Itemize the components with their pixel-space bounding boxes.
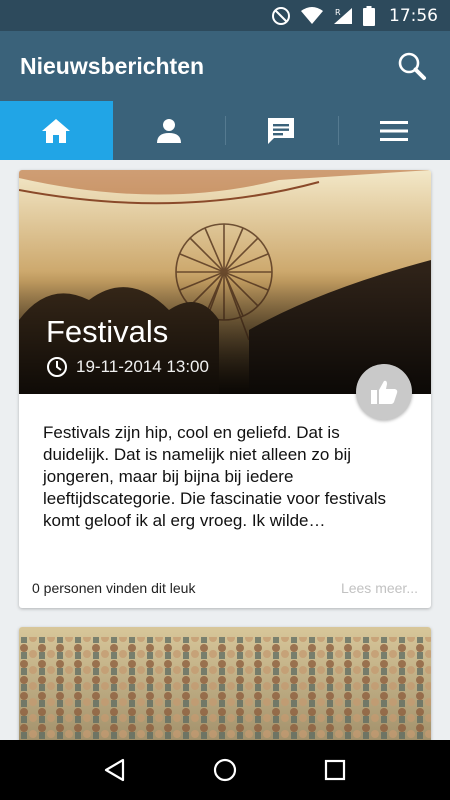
wifi-icon bbox=[301, 6, 323, 24]
recents-icon bbox=[324, 759, 346, 781]
chat-icon bbox=[268, 117, 295, 144]
app-bar: Nieuwsberichten bbox=[0, 31, 450, 101]
tab-divider bbox=[225, 116, 226, 145]
recents-button[interactable] bbox=[311, 746, 359, 794]
signal-icon: R bbox=[334, 7, 352, 24]
news-card[interactable]: Festivals 19-11-2014 13:00 Festivals zij… bbox=[19, 170, 431, 608]
article-title: Festivals bbox=[46, 314, 169, 349]
read-more-link[interactable]: Lees meer... bbox=[341, 580, 418, 596]
do-not-disturb-icon bbox=[272, 6, 290, 25]
svg-text:R: R bbox=[335, 8, 341, 17]
home-nav-button[interactable] bbox=[201, 746, 249, 794]
status-time: 17:56 bbox=[389, 5, 438, 26]
crowd-image bbox=[19, 627, 431, 740]
tab-profile[interactable] bbox=[113, 101, 226, 160]
article-date: 19-11-2014 13:00 bbox=[76, 357, 209, 376]
person-icon bbox=[156, 118, 181, 143]
home-circle-icon bbox=[213, 758, 237, 782]
article-date-row: 19-11-2014 13:00 bbox=[46, 356, 209, 378]
back-button[interactable] bbox=[91, 746, 139, 794]
tab-bar bbox=[0, 101, 450, 160]
likes-count: 0 personen vinden dit leuk bbox=[32, 580, 196, 596]
tab-home[interactable] bbox=[0, 101, 113, 160]
tab-divider bbox=[337, 116, 339, 145]
card-image: Festivals 19-11-2014 13:00 bbox=[19, 170, 431, 394]
system-nav-bar bbox=[0, 740, 450, 800]
thumbs-up-icon bbox=[371, 380, 398, 404]
card-footer: 0 personen vinden dit leuk Lees meer... bbox=[32, 580, 418, 596]
battery-icon bbox=[363, 5, 375, 26]
page-title: Nieuwsberichten bbox=[20, 52, 205, 79]
tab-menu[interactable] bbox=[337, 101, 450, 160]
news-card[interactable] bbox=[19, 627, 431, 740]
search-button[interactable] bbox=[394, 48, 430, 84]
news-feed[interactable]: Festivals 19-11-2014 13:00 Festivals zij… bbox=[0, 160, 450, 740]
menu-icon bbox=[379, 120, 408, 141]
tab-messages[interactable] bbox=[225, 101, 338, 160]
status-bar: R 17:56 bbox=[0, 0, 450, 31]
search-icon bbox=[398, 52, 426, 80]
article-excerpt: Festivals zijn hip, cool en geliefd. Dat… bbox=[43, 423, 386, 530]
like-button[interactable] bbox=[356, 364, 412, 420]
home-icon bbox=[42, 118, 71, 143]
clock-icon bbox=[47, 357, 67, 377]
back-icon bbox=[104, 758, 125, 782]
